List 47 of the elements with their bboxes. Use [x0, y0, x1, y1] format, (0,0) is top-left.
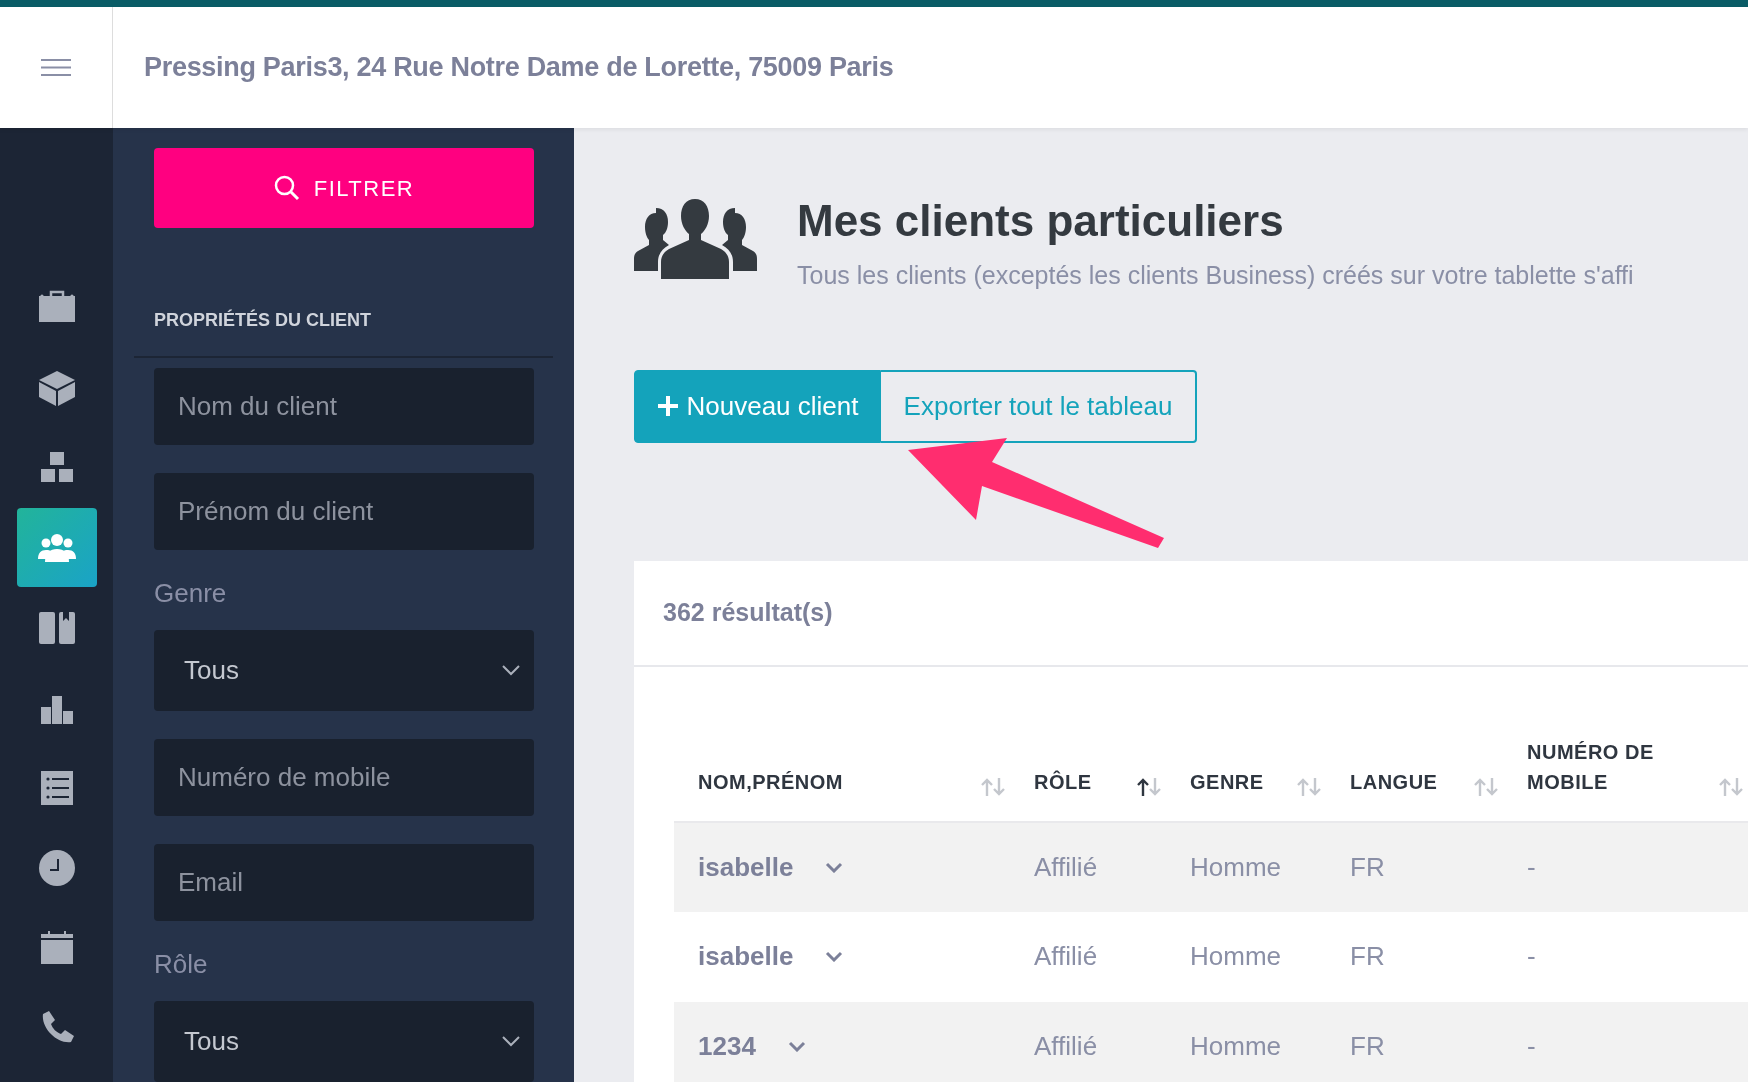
- chevron-down-icon[interactable]: [825, 861, 844, 873]
- client-name: 1234: [698, 1030, 756, 1063]
- table-cell: -: [1527, 851, 1536, 882]
- column-header: GENRE: [1190, 769, 1264, 795]
- search-icon: [273, 175, 300, 201]
- clock-icon: [36, 847, 77, 888]
- field-label: Genre: [154, 578, 228, 608]
- column-header: RÔLE: [1034, 769, 1092, 795]
- select-dropdown[interactable]: Tous: [154, 630, 534, 711]
- export-button[interactable]: Exporter tout le tableau: [881, 369, 1197, 443]
- client-name: isabelle: [698, 850, 794, 884]
- page-title: Mes clients particuliers: [797, 199, 1285, 243]
- sort-arrows-icon[interactable]: [1136, 776, 1162, 797]
- column-header: NUMÉRO DE MOBILE: [1527, 739, 1655, 795]
- results-count: 362 résultat(s): [663, 596, 833, 628]
- people-icon: [634, 197, 757, 279]
- table-cell: Homme: [1190, 941, 1281, 971]
- table-cell: Homme: [1190, 851, 1281, 882]
- plus-icon: [656, 395, 679, 417]
- chevron-down-icon[interactable]: [825, 951, 844, 962]
- table-cell: -: [1527, 941, 1536, 971]
- table-cell: FR: [1350, 941, 1385, 971]
- chevron-down-icon: [502, 665, 520, 676]
- field-label: Rôle: [154, 949, 209, 979]
- table-cell: FR: [1350, 851, 1385, 882]
- table-cell: Affilié: [1034, 1031, 1098, 1061]
- text-input-field[interactable]: Nom du client: [154, 368, 534, 445]
- column-header: LANGUE: [1350, 769, 1438, 795]
- table-cell: Affilié: [1034, 851, 1098, 882]
- select-dropdown[interactable]: Tous: [154, 1001, 534, 1082]
- table-cell: Affilié: [1034, 941, 1098, 971]
- table-cell: Homme: [1190, 1031, 1281, 1061]
- text-input-field[interactable]: Prénom du client: [154, 473, 534, 550]
- text-input-field[interactable]: Numéro de mobile: [154, 739, 534, 816]
- column-header: NOM,PRÉNOM: [698, 769, 843, 795]
- new-client-button[interactable]: Nouveau client: [634, 369, 881, 443]
- client-name: isabelle: [698, 940, 794, 973]
- text-input-field[interactable]: Email: [154, 844, 534, 921]
- section-title: PROPRIÉTÉS DU CLIENT: [154, 308, 373, 332]
- chevron-down-icon: [502, 1036, 520, 1047]
- chevron-down-icon[interactable]: [787, 1041, 806, 1052]
- table-cell: -: [1527, 1031, 1536, 1061]
- page-subtitle: Tous les clients (exceptés les clients Business) créés sur votre tablette s'affi: [797, 260, 1634, 291]
- filter-button[interactable]: FILTRER: [154, 148, 534, 228]
- menu-icon[interactable]: [41, 59, 71, 76]
- store-address-title: Pressing Paris3, 24 Rue Notre Dame de Lorette, 75009 Paris: [143, 51, 894, 85]
- table-cell: FR: [1350, 1031, 1385, 1061]
